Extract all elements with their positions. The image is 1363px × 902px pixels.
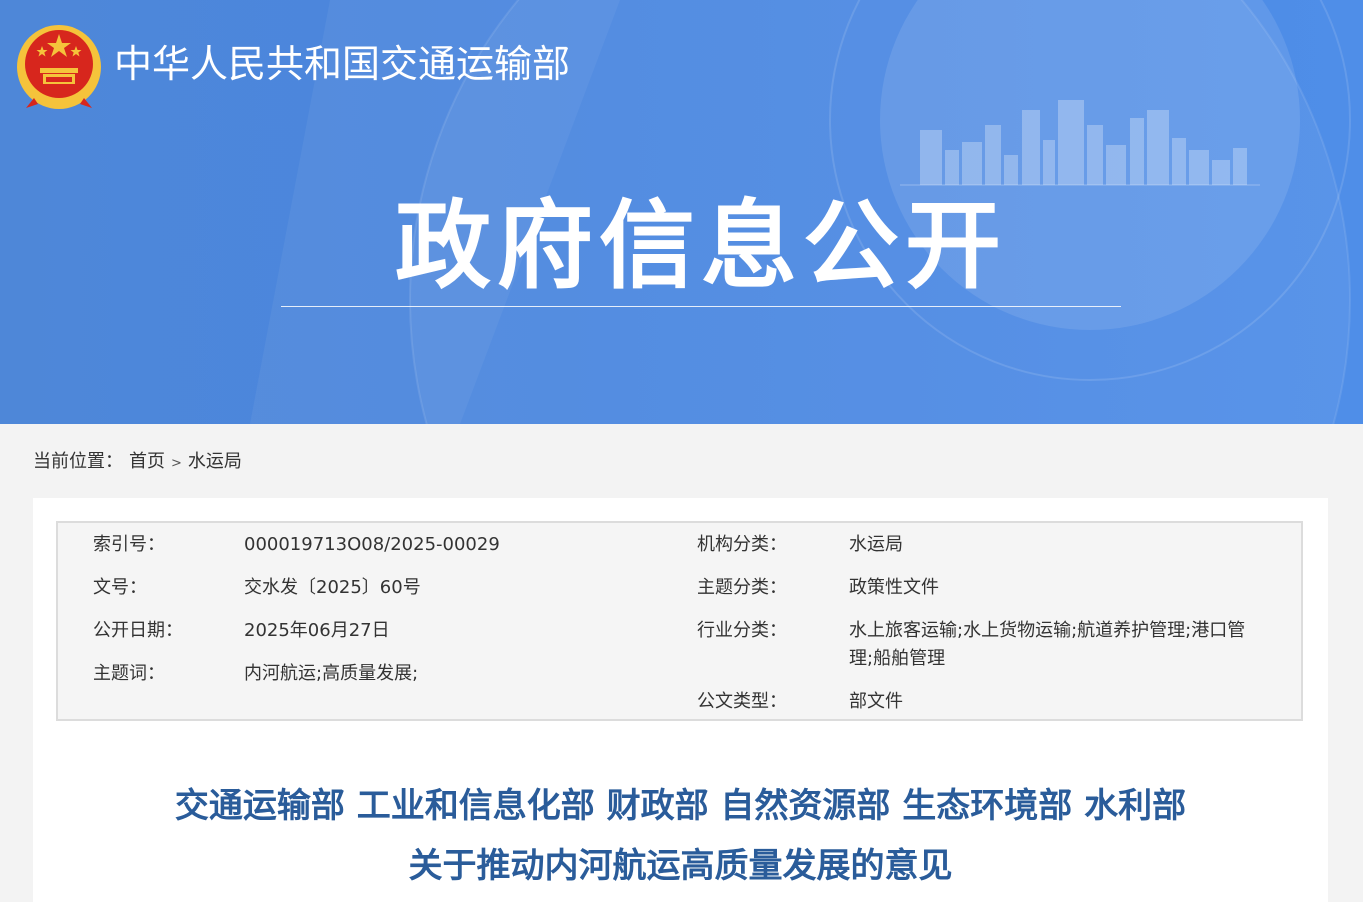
- meta-value: 水上旅客运输;水上货物运输;航道养护管理;港口管理;船舶管理: [849, 620, 1246, 669]
- breadcrumb-label: 当前位置：: [33, 451, 123, 472]
- header-banner: 中华人民共和国交通运输部 政府信息公开: [0, 0, 1363, 424]
- breadcrumb-home-link[interactable]: 首页: [129, 448, 165, 476]
- meta-label: 主题分类：: [697, 577, 787, 598]
- metadata-right-column: 机构分类： 水运局 主题分类： 政策性文件 行业分类： 水上旅客运输;水上货物运…: [697, 531, 1277, 731]
- meta-label: 公开日期：: [93, 620, 183, 641]
- meta-row-document-number: 文号： 交水发〔2025〕60号: [93, 574, 653, 617]
- page: 中华人民共和国交通运输部 政府信息公开 当前位置： 首页 > 水运局 索引号： 000…: [0, 0, 1363, 902]
- meta-value: 水运局: [849, 534, 903, 555]
- meta-row-topic: 主题分类： 政策性文件: [697, 574, 1277, 617]
- meta-label: 公文类型：: [697, 691, 787, 712]
- meta-row-document-type: 公文类型： 部文件: [697, 688, 1277, 731]
- content-panel: 索引号： 000019713O08/2025-00029 文号： 交水发〔202…: [33, 498, 1328, 902]
- meta-value: 2025年06月27日: [244, 620, 390, 641]
- meta-label: 索引号：: [93, 534, 165, 555]
- banner-divider: [281, 306, 1121, 307]
- breadcrumb: 当前位置： 首页 > 水运局: [33, 448, 242, 476]
- breadcrumb-current-link[interactable]: 水运局: [188, 448, 242, 476]
- meta-value: 内河航运;高质量发展;: [244, 663, 419, 684]
- national-emblem-icon: [17, 25, 101, 109]
- banner-title: 政府信息公开: [395, 190, 1007, 302]
- document-title: 交通运输部 工业和信息化部 财政部 自然资源部 生态环境部 水利部 关于推动内河…: [33, 776, 1328, 896]
- meta-value: 交水发〔2025〕60号: [244, 577, 421, 598]
- ministry-name: 中华人民共和国交通运输部: [114, 42, 571, 86]
- meta-label: 行业分类：: [697, 620, 787, 641]
- meta-row-industry: 行业分类： 水上旅客运输;水上货物运输;航道养护管理;港口管理;船舶管理: [697, 617, 1277, 688]
- document-metadata-table: 索引号： 000019713O08/2025-00029 文号： 交水发〔202…: [56, 521, 1303, 721]
- meta-row-index-number: 索引号： 000019713O08/2025-00029: [93, 531, 653, 574]
- breadcrumb-separator: >: [171, 456, 182, 471]
- document-title-line1: 交通运输部 工业和信息化部 财政部 自然资源部 生态环境部 水利部: [174, 786, 1187, 826]
- meta-label: 文号：: [93, 577, 147, 598]
- meta-value: 政策性文件: [849, 577, 939, 598]
- meta-label: 机构分类：: [697, 534, 787, 555]
- meta-row-keywords: 主题词： 内河航运;高质量发展;: [93, 660, 653, 703]
- meta-row-publish-date: 公开日期： 2025年06月27日: [93, 617, 653, 660]
- metadata-left-column: 索引号： 000019713O08/2025-00029 文号： 交水发〔202…: [93, 531, 653, 703]
- meta-row-agency: 机构分类： 水运局: [697, 531, 1277, 574]
- meta-label: 主题词：: [93, 663, 165, 684]
- meta-value: 000019713O08/2025-00029: [244, 534, 500, 555]
- meta-value: 部文件: [849, 691, 903, 712]
- document-title-line2: 关于推动内河航运高质量发展的意见: [408, 846, 953, 886]
